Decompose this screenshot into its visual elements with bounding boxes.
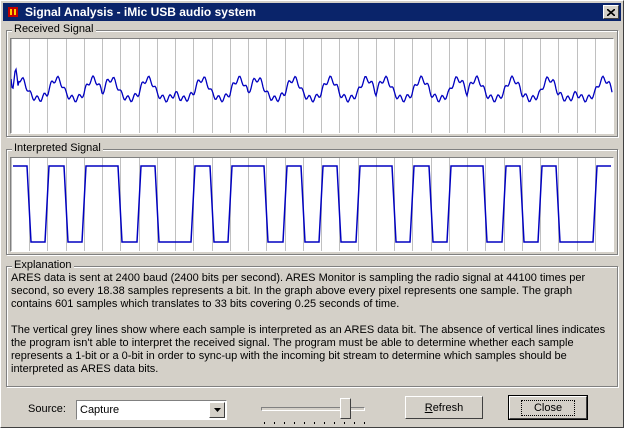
interpreted-signal-label: Interpreted Signal: [12, 142, 103, 154]
slider-tick: [324, 422, 325, 424]
slider-tick: [354, 422, 355, 424]
close-window-button[interactable]: [603, 5, 619, 19]
title-bar[interactable]: Signal Analysis - iMic USB audio system: [3, 3, 621, 21]
source-select[interactable]: Capture: [76, 400, 227, 420]
source-label: Source:: [28, 403, 66, 415]
close-icon: [607, 8, 615, 16]
slider-tick: [344, 422, 345, 424]
close-button[interactable]: Close: [508, 395, 588, 420]
explanation-paragraph: ARES data is sent at 2400 baud (2400 bit…: [11, 272, 586, 310]
slider-tick: [294, 422, 295, 424]
slider-tick: [304, 422, 305, 424]
interpreted-signal-plot: [10, 157, 614, 252]
level-slider[interactable]: [259, 395, 367, 425]
close-button-label: Close: [520, 399, 576, 416]
source-dropdown-button[interactable]: [209, 402, 225, 418]
received-signal-label: Received Signal: [12, 23, 96, 35]
signal-analysis-window: Signal Analysis - iMic USB audio system …: [0, 0, 624, 428]
source-select-value: Capture: [80, 404, 120, 416]
slider-tick: [314, 422, 315, 424]
explanation-paragraph: The vertical grey lines show where each …: [11, 324, 606, 375]
slider-tick: [364, 422, 365, 424]
explanation-text: ARES data is sent at 2400 baud (2400 bit…: [11, 272, 613, 389]
slider-tick: [284, 422, 285, 424]
app-icon: [8, 7, 18, 17]
refresh-button-label: Refresh: [424, 401, 464, 414]
slider-thumb[interactable]: [340, 398, 351, 419]
received-signal-plot: [10, 38, 614, 134]
slider-tick: [264, 422, 265, 424]
interpreted-signal-group: Interpreted Signal: [6, 142, 618, 255]
received-signal-group: Received Signal: [6, 23, 618, 137]
received-signal-graph: [11, 39, 613, 133]
refresh-button[interactable]: Refresh: [405, 396, 483, 419]
interpreted-signal-graph: [11, 158, 611, 251]
slider-tick: [334, 422, 335, 424]
explanation-label: Explanation: [12, 259, 74, 271]
window-title: Signal Analysis - iMic USB audio system: [25, 5, 256, 19]
chevron-down-icon: [213, 408, 221, 412]
received-signal-line: [11, 67, 613, 104]
slider-tick: [274, 422, 275, 424]
